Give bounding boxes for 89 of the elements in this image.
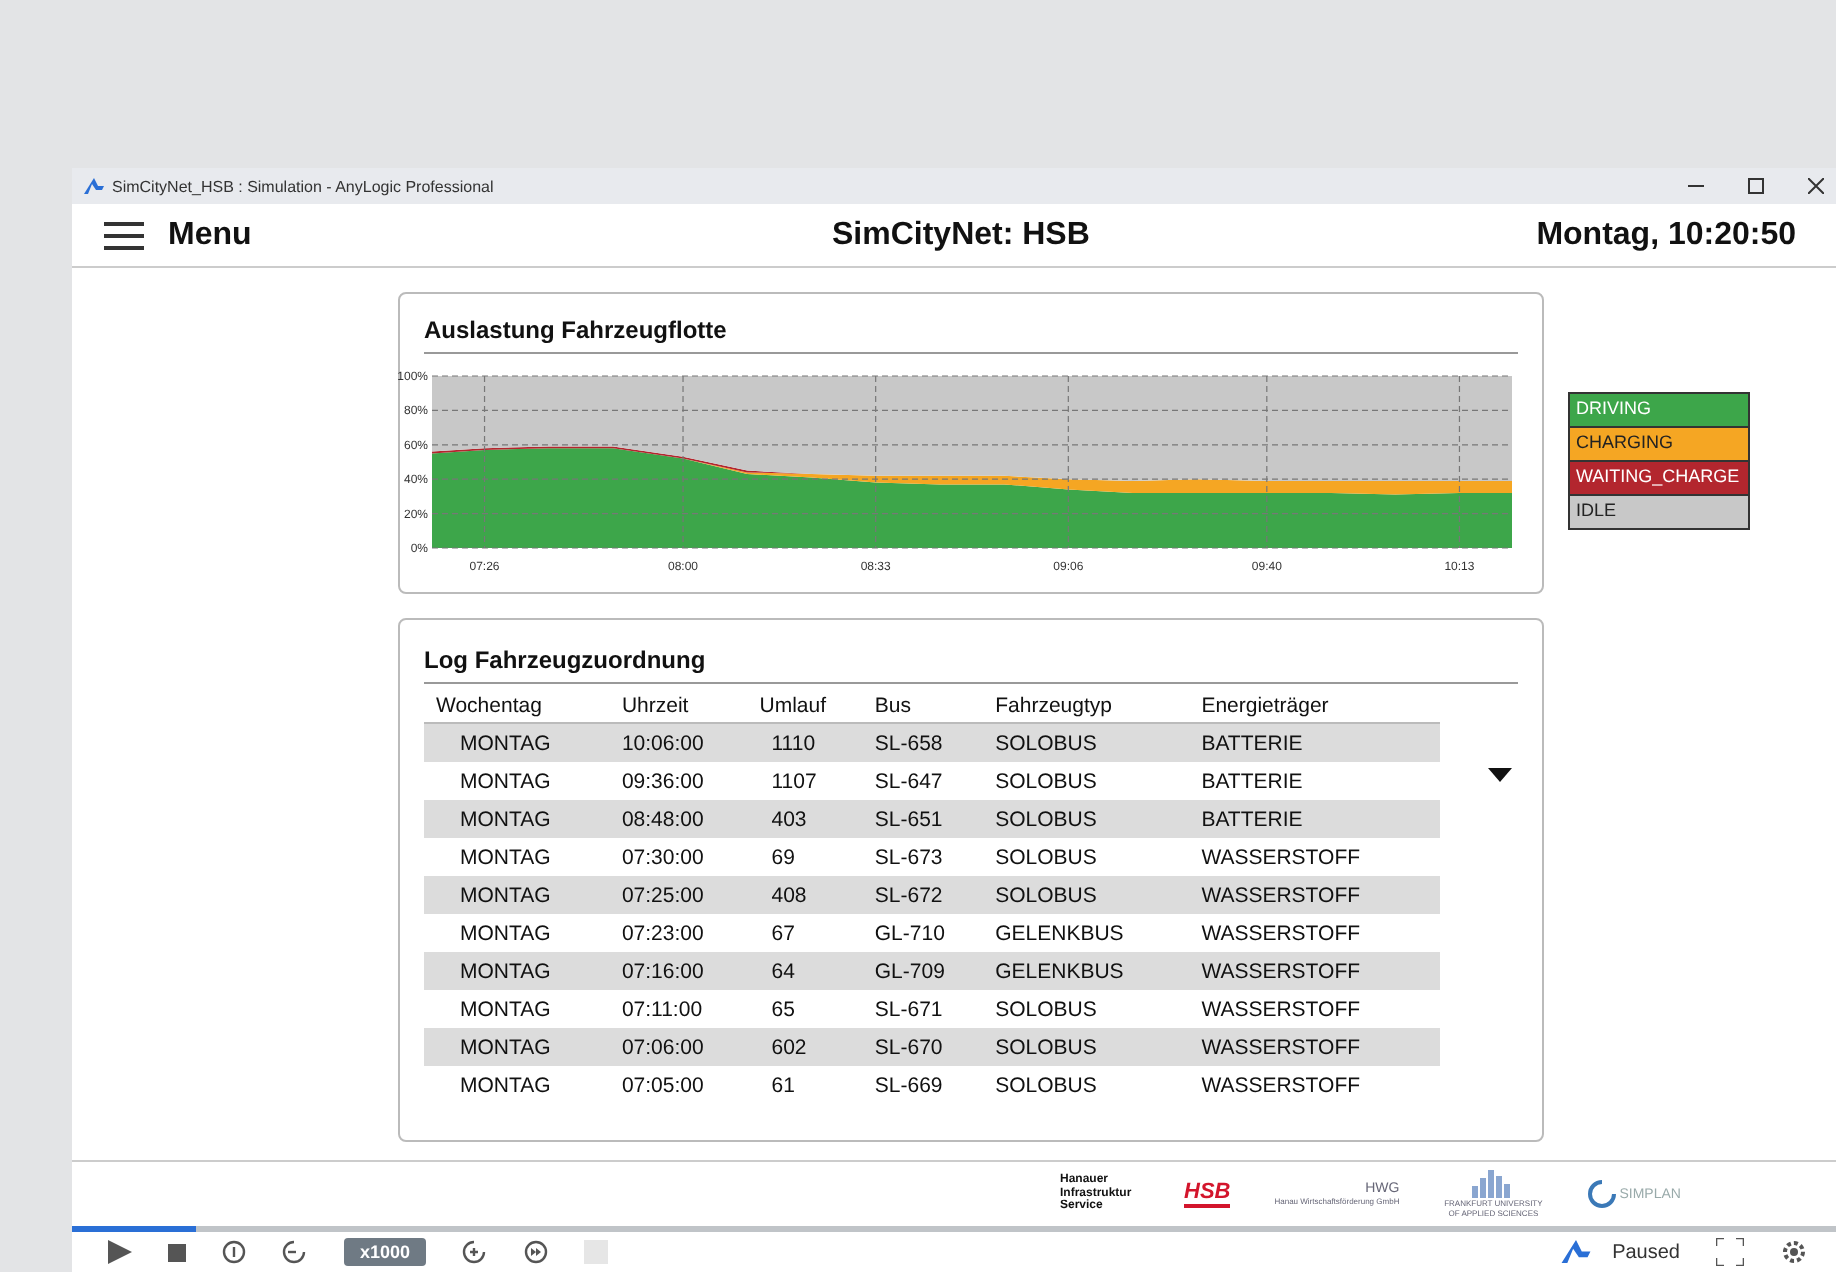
table-cell: 07:23:00 [609,914,748,952]
table-cell: SL-673 [862,838,984,876]
slower-icon[interactable] [282,1240,308,1264]
legend-item: WAITING_CHARGE [1570,462,1748,496]
table-cell: GL-710 [862,914,984,952]
menu-icon[interactable] [104,221,144,249]
table-cell: 08:48:00 [609,800,748,838]
table-cell: 07:16:00 [609,952,748,990]
app-logo-icon [84,177,104,195]
table-cell: SOLOBUS [983,723,1190,762]
legend-item: DRIVING [1570,394,1748,428]
speed-value: x1000 [344,1238,427,1266]
table-cell: GELENKBUS [983,952,1190,990]
table-cell: SOLOBUS [983,1066,1190,1104]
table-cell: 10:06:00 [609,723,748,762]
dropdown-arrow-icon[interactable] [1488,768,1512,782]
legend-item: CHARGING [1570,428,1748,462]
table-cell: SOLOBUS [983,876,1190,914]
table-cell: 67 [747,914,863,952]
table-cell: SOLOBUS [983,1028,1190,1066]
app-logo-icon [1560,1239,1593,1265]
table-cell: 09:36:00 [609,762,748,800]
table-cell: BATTERIE [1189,800,1440,838]
table-cell: MONTAG [424,1066,610,1104]
app-title: SimCityNet: HSB [832,217,1090,253]
stop-icon[interactable] [168,1243,186,1261]
table-cell: 07:11:00 [609,990,748,1028]
table-cell: WASSERSTOFF [1189,838,1440,876]
faster-icon[interactable] [462,1240,489,1264]
table-cell: 61 [747,1066,863,1104]
table-cell: 1107 [747,762,863,800]
table-cell: MONTAG [424,762,610,800]
table-cell: SL-671 [862,990,984,1028]
fast-forward-icon[interactable] [524,1240,549,1264]
table-cell: 403 [747,800,863,838]
table-cell: MONTAG [424,838,610,876]
table-cell: SOLOBUS [983,762,1190,800]
legend-item: IDLE [1570,496,1748,528]
hsb-logo: HSB [1184,1180,1231,1208]
table-cell: SOLOBUS [983,990,1190,1028]
table-cell: WASSERSTOFF [1189,914,1440,952]
swirl-icon [1587,1180,1616,1208]
settings-icon[interactable] [1780,1238,1808,1266]
table-cell: SL-670 [862,1028,984,1066]
table-cell: MONTAG [424,952,610,990]
table-cell: WASSERSTOFF [1189,1066,1440,1104]
table-cell: 65 [747,990,863,1028]
table-cell: 64 [747,952,863,990]
table-cell: GELENKBUS [983,914,1190,952]
table-cell: SOLOBUS [983,838,1190,876]
table-cell: WASSERSTOFF [1189,1028,1440,1066]
card-title: Log Fahrzeugzuordnung [424,646,708,674]
table-cell: SL-651 [862,800,984,838]
maximize-icon[interactable] [1748,178,1764,194]
table-cell: WASSERSTOFF [1189,876,1440,914]
table-cell: MONTAG [424,723,610,762]
table-cell: SOLOBUS [983,800,1190,838]
table-cell: 07:05:00 [609,1066,748,1104]
table-cell: MONTAG [424,1028,610,1066]
table-cell: SL-672 [862,876,984,914]
table-cell: SL-658 [862,723,984,762]
table-cell: MONTAG [424,800,610,838]
table-cell: 07:25:00 [609,876,748,914]
clock: Montag, 10:20:50 [1536,217,1796,253]
table-cell: BATTERIE [1189,762,1440,800]
menu-label[interactable]: Menu [168,217,252,253]
table-cell: WASSERSTOFF [1189,952,1440,990]
table-cell: 1110 [747,723,863,762]
table-cell: BATTERIE [1189,723,1440,762]
table-cell: SL-669 [862,1066,984,1104]
table-cell: 69 [747,838,863,876]
status-label: Paused [1612,1241,1680,1263]
play-icon[interactable] [108,1240,132,1264]
building-bars-icon [1471,1170,1516,1198]
table-cell: MONTAG [424,914,610,952]
table-cell: GL-709 [862,952,984,990]
table-cell: 07:30:00 [609,838,748,876]
table-cell: 408 [747,876,863,914]
close-icon[interactable] [1808,178,1824,194]
speed-reset-icon[interactable] [222,1240,246,1264]
fullscreen-icon[interactable] [1716,1238,1744,1266]
table-cell: 07:06:00 [609,1028,748,1066]
window-title: SimCityNet_HSB : Simulation - AnyLogic Professional [112,177,494,195]
table-cell: SL-647 [862,762,984,800]
table-cell: MONTAG [424,990,610,1028]
table-cell: 602 [747,1028,863,1066]
table-cell: MONTAG [424,876,610,914]
table-cell: WASSERSTOFF [1189,990,1440,1028]
card-title: Auslastung Fahrzeugflotte [424,316,729,344]
